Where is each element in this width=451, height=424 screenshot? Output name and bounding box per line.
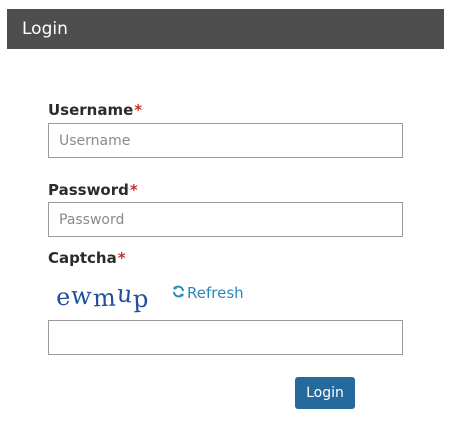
- panel-header: Login: [7, 9, 444, 49]
- login-button[interactable]: Login: [295, 377, 355, 409]
- page-title: Login: [22, 19, 68, 39]
- password-field[interactable]: [48, 202, 403, 237]
- required-asterisk: *: [134, 101, 143, 119]
- captcha-row: ewmup Refresh: [55, 279, 356, 313]
- password-label-text: Password: [48, 181, 129, 199]
- captcha-char: p: [132, 284, 151, 314]
- captcha-field[interactable]: [48, 320, 403, 355]
- captcha-char: u: [115, 279, 135, 309]
- captcha-label: Captcha*: [48, 249, 126, 267]
- captcha-char: m: [92, 283, 117, 313]
- refresh-label: Refresh: [187, 284, 244, 302]
- required-asterisk: *: [117, 249, 126, 267]
- username-field[interactable]: [48, 123, 403, 158]
- refresh-icon: [172, 284, 185, 302]
- captcha-label-text: Captcha: [48, 249, 117, 267]
- captcha-char: w: [70, 281, 94, 311]
- refresh-captcha-link[interactable]: Refresh: [172, 284, 244, 302]
- username-label-text: Username: [48, 101, 134, 119]
- captcha-image: ewmup: [55, 279, 150, 313]
- password-label: Password*: [48, 181, 138, 199]
- required-asterisk: *: [129, 181, 138, 199]
- username-label: Username*: [48, 101, 142, 119]
